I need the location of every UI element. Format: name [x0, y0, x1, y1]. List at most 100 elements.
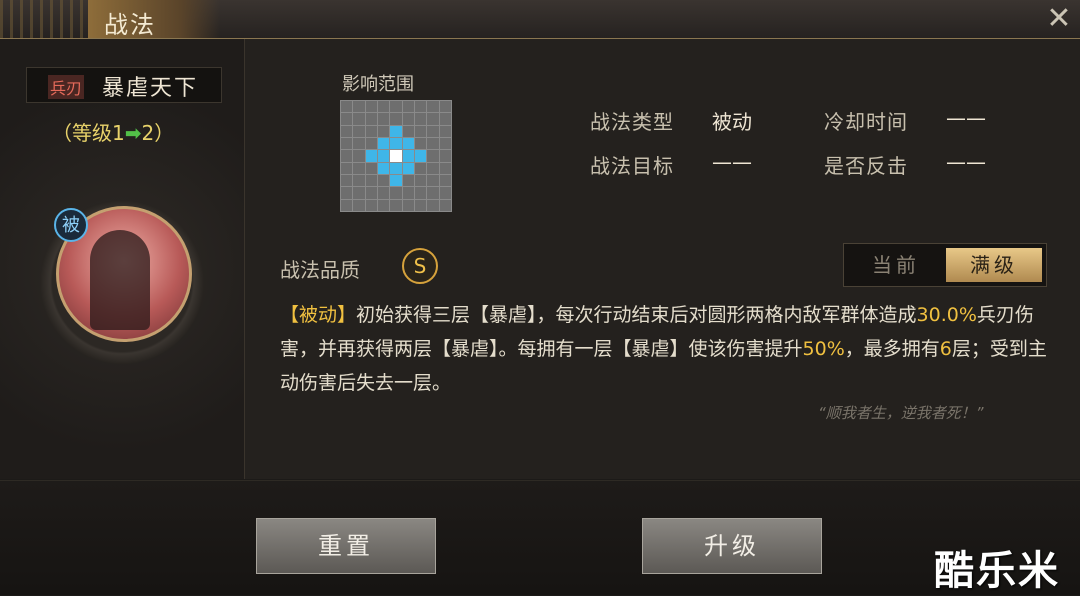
description-tag: 【被动】 [280, 304, 357, 326]
tactic-type-label: 战法类型 [590, 110, 674, 134]
passive-badge: 被 [54, 208, 88, 242]
range-cell [439, 199, 451, 211]
range-hit-cell [377, 162, 390, 174]
footer-bar [0, 480, 1080, 595]
level-toggle: 当前 满级 [843, 243, 1047, 287]
range-cell [439, 137, 451, 150]
range-cell [377, 199, 390, 211]
range-cell [390, 113, 402, 125]
range-cell [341, 150, 353, 162]
range-cell [427, 187, 439, 199]
quality-grade-badge: S [402, 248, 438, 284]
range-cell [377, 174, 390, 187]
range-cell [390, 199, 402, 211]
range-cell [402, 187, 414, 199]
range-cell [439, 162, 451, 174]
range-cell [341, 125, 353, 137]
range-cell [353, 162, 365, 174]
tactic-description: 【被动】初始获得三层【暴虐】，每次行动结束后对圆形两格内敌军群体造成30.0%兵… [280, 298, 1060, 400]
range-center-cell [390, 150, 402, 162]
range-cell [365, 137, 377, 150]
range-cell [377, 101, 390, 113]
range-cell [365, 174, 377, 187]
range-cell [390, 187, 402, 199]
range-cell [353, 101, 365, 113]
title-bar: 战法 ✕ [0, 0, 1080, 39]
range-cell [377, 113, 390, 125]
range-hit-cell [402, 150, 414, 162]
range-label: 影响范围 [342, 74, 414, 95]
range-cell [353, 137, 365, 150]
range-cell [353, 187, 365, 199]
bonus-rate-value: 50% [802, 338, 845, 360]
range-cell [365, 187, 377, 199]
range-cell [439, 174, 451, 187]
level-from: （等级1 [52, 121, 125, 145]
tab-current[interactable]: 当前 [848, 248, 944, 282]
reset-button[interactable]: 重置 [256, 518, 436, 574]
range-cell [365, 101, 377, 113]
range-hit-cell [390, 137, 402, 150]
tactic-name: 暴虐天下 [102, 76, 199, 101]
max-stack-value: 6 [939, 338, 952, 360]
range-hit-cell [377, 137, 390, 150]
upgrade-button[interactable]: 升级 [642, 518, 822, 574]
range-hit-cell [402, 137, 414, 150]
range-cell [427, 137, 439, 150]
range-cell [353, 150, 365, 162]
flavor-quote: “顺我者生，逆我者死！” [818, 404, 984, 422]
range-cell [377, 125, 390, 137]
range-hit-cell [377, 150, 390, 162]
range-cell [353, 125, 365, 137]
level-to: 2） [141, 121, 175, 145]
range-cell [341, 137, 353, 150]
counter-value: —— [946, 150, 986, 174]
range-cell [439, 101, 451, 113]
range-cell [427, 125, 439, 137]
range-cell [365, 162, 377, 174]
range-cell [427, 199, 439, 211]
header-ornament [0, 0, 100, 38]
range-cell [341, 101, 353, 113]
range-cell [341, 199, 353, 211]
range-cell [427, 113, 439, 125]
range-cell [365, 125, 377, 137]
quality-label: 战法品质 [280, 258, 360, 282]
range-cell [365, 113, 377, 125]
range-cell [341, 187, 353, 199]
range-cell [414, 174, 427, 187]
range-hit-cell [402, 162, 414, 174]
range-hit-cell [390, 125, 402, 137]
range-cell [414, 199, 427, 211]
range-cell [427, 101, 439, 113]
arrow-right-icon: ➡ [124, 121, 142, 145]
range-cell [414, 113, 427, 125]
range-cell [427, 174, 439, 187]
range-cell [439, 125, 451, 137]
level-progress: （等级1➡2） [52, 117, 174, 146]
cooldown-value: —— [946, 106, 986, 130]
range-cell [402, 174, 414, 187]
page-title: 战法 [104, 11, 156, 39]
range-cell [402, 199, 414, 211]
tactic-type-value: 被动 [712, 110, 752, 134]
cooldown-label: 冷却时间 [824, 110, 908, 134]
tab-max-level[interactable]: 满级 [946, 248, 1042, 282]
watermark-logo: 酷乐米 [934, 548, 1060, 594]
description-text-3: ，最多拥有 [844, 338, 940, 360]
range-cell [353, 174, 365, 187]
range-hit-cell [365, 150, 377, 162]
range-cell [353, 113, 365, 125]
range-cell [402, 113, 414, 125]
range-cell [414, 101, 427, 113]
range-cell [414, 162, 427, 174]
range-cell [402, 101, 414, 113]
tactic-target-label: 战法目标 [590, 154, 674, 178]
warrior-figure-icon [90, 230, 150, 330]
range-hit-cell [390, 162, 402, 174]
range-cell [427, 162, 439, 174]
damage-rate-value: 30.0% [916, 304, 977, 326]
close-icon[interactable]: ✕ [1044, 4, 1074, 34]
counter-label: 是否反击 [824, 154, 908, 178]
range-cell [377, 187, 390, 199]
